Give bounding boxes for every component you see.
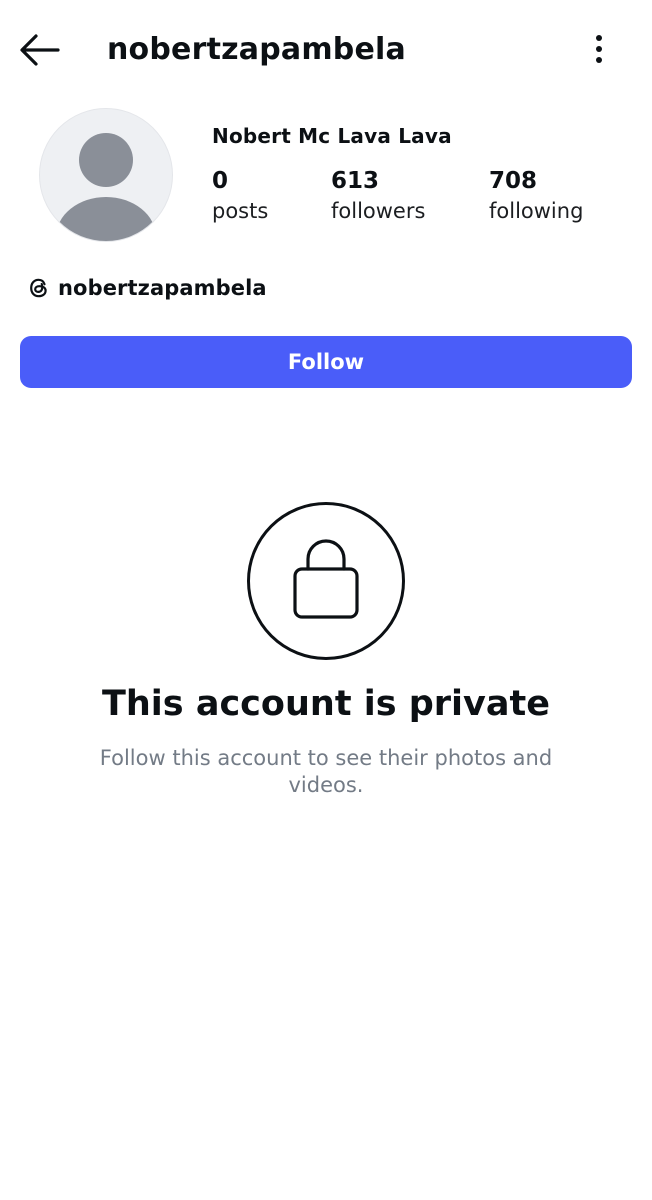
posts-count: 0 — [212, 168, 229, 194]
followers-label: followers — [331, 199, 426, 223]
top-bar: nobertzapambela — [0, 0, 652, 100]
more-options-button[interactable] — [584, 30, 614, 70]
profile-full-name: Nobert Mc Lava Lava — [212, 124, 452, 148]
private-account-subtitle: Follow this account to see their photos … — [99, 746, 553, 797]
avatar[interactable] — [39, 108, 173, 242]
followers-count: 613 — [331, 168, 380, 194]
following-count: 708 — [489, 168, 538, 194]
posts-stat: 0 posts — [212, 166, 268, 226]
threads-handle: nobertzapambela — [58, 276, 267, 300]
following-label: following — [489, 199, 584, 223]
back-button[interactable] — [18, 28, 62, 72]
private-account-title: This account is private — [102, 684, 550, 724]
page-title: nobertzapambela — [107, 32, 406, 67]
posts-label: posts — [212, 199, 269, 223]
arrow-left-icon — [20, 34, 60, 66]
follow-button[interactable]: Follow — [20, 336, 632, 388]
followers-stat[interactable]: 613 followers — [331, 166, 425, 226]
private-lock-badge — [246, 501, 406, 661]
threads-icon — [30, 278, 47, 298]
more-vertical-icon — [596, 35, 602, 63]
threads-badge[interactable]: nobertzapambela — [27, 272, 267, 304]
lock-icon — [247, 502, 405, 660]
default-avatar-icon — [56, 133, 156, 241]
following-stat[interactable]: 708 following — [489, 166, 583, 226]
